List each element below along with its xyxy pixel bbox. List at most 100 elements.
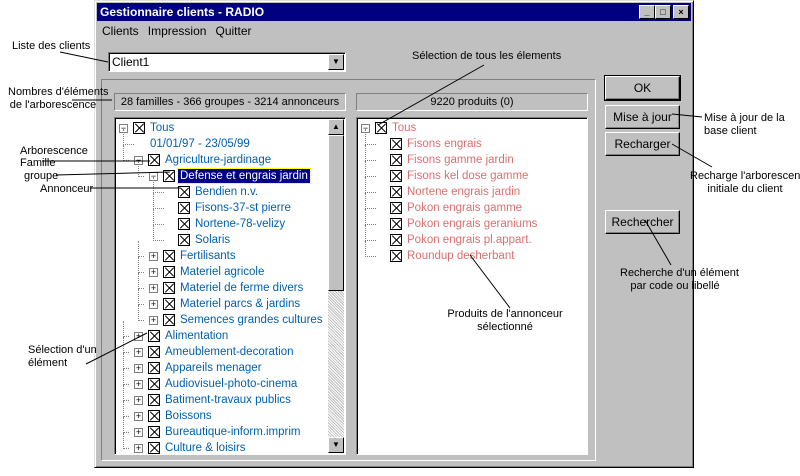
checkbox-checked-icon[interactable]: [148, 426, 160, 438]
tree-item[interactable]: + Materiel parcs & jardins: [115, 289, 345, 313]
annotation-reload: Recharge l'arborescence initiale du clie…: [690, 170, 800, 196]
update-button[interactable]: Mise à jour: [605, 105, 680, 129]
tree-item[interactable]: − Defense et engrais jardin: [115, 161, 345, 185]
checkbox-checked-icon[interactable]: [390, 186, 402, 198]
checkbox-checked-icon[interactable]: [148, 378, 160, 390]
tree-panel[interactable]: − Tous 01/01/97 - 23/05/99− Agriculture-jar…: [114, 117, 346, 455]
tree-item-label: Solaris: [195, 234, 231, 246]
tree-item[interactable]: 01/01/97 - 23/05/99: [115, 129, 345, 153]
expand-icon[interactable]: +: [134, 412, 143, 421]
tree-item[interactable]: + Audiovisuel-photo-cinema: [115, 369, 345, 393]
checkbox-checked-icon[interactable]: [163, 298, 175, 310]
ok-button[interactable]: OK: [604, 75, 681, 101]
reload-button[interactable]: Recharger: [605, 132, 680, 156]
expand-icon[interactable]: +: [149, 252, 158, 261]
product-item[interactable]: Fisons engrais: [357, 129, 587, 153]
checkbox-checked-icon[interactable]: [148, 442, 160, 454]
expand-icon[interactable]: +: [134, 444, 143, 453]
tree-item[interactable]: + Materiel de ferme divers: [115, 273, 345, 297]
checkbox-checked-icon[interactable]: [163, 266, 175, 278]
scroll-down-button[interactable]: ▼: [328, 437, 344, 453]
tree-connector: [365, 241, 366, 257]
tree-item[interactable]: + Culture & loisirs: [115, 433, 345, 454]
checkbox-checked-icon[interactable]: [390, 138, 402, 150]
product-item[interactable]: Roundup desherbant: [357, 241, 587, 265]
checkbox-checked-icon[interactable]: [148, 346, 160, 358]
tree-connector: [365, 192, 376, 193]
checkbox-checked-icon[interactable]: [390, 234, 402, 246]
expand-icon[interactable]: +: [149, 268, 158, 277]
tree-item[interactable]: − Agriculture-jardinage: [115, 145, 345, 169]
checkbox-checked-icon[interactable]: [390, 170, 402, 182]
tree-item[interactable]: + Alimentation: [115, 321, 345, 345]
menu-impression[interactable]: Impression: [145, 22, 210, 40]
checkbox-checked-icon[interactable]: [163, 250, 175, 262]
tree-item[interactable]: Bendien n.v.: [115, 177, 345, 201]
tree-item[interactable]: + Batiment-travaux publics: [115, 385, 345, 409]
checkbox-checked-icon[interactable]: [133, 122, 145, 134]
checkbox-checked-icon[interactable]: [163, 170, 175, 182]
chevron-down-icon[interactable]: ▼: [328, 54, 344, 70]
checkbox-checked-icon[interactable]: [390, 218, 402, 230]
expand-icon[interactable]: +: [149, 284, 158, 293]
product-item[interactable]: Fisons kel dose gamme: [357, 161, 587, 185]
checkbox-checked-icon[interactable]: [148, 410, 160, 422]
minimize-button[interactable]: _: [639, 5, 655, 19]
tree-item-label: Tous: [150, 122, 175, 134]
expand-icon[interactable]: +: [134, 428, 143, 437]
tree-item[interactable]: + Boissons: [115, 401, 345, 425]
tree-connector: [153, 208, 164, 209]
checkbox-checked-icon[interactable]: [390, 202, 402, 214]
product-item[interactable]: Fisons gamme jardin: [357, 145, 587, 169]
products-panel[interactable]: − Tous Fisons engrais Fisons gamme jardin Fi…: [356, 117, 588, 455]
tree-item[interactable]: + Ameublement-decoration: [115, 337, 345, 361]
checkbox-checked-icon[interactable]: [178, 234, 190, 246]
checkbox-checked-icon[interactable]: [390, 250, 402, 262]
product-item[interactable]: Pokon engrais geraniums: [357, 209, 587, 233]
search-button[interactable]: Rechercher: [605, 210, 680, 234]
product-item[interactable]: − Tous: [357, 121, 587, 137]
maximize-button[interactable]: □: [655, 5, 671, 19]
product-item[interactable]: Nortene engrais jardin: [357, 177, 587, 201]
tree-item[interactable]: + Appareils menager: [115, 353, 345, 377]
checkbox-checked-icon[interactable]: [178, 186, 190, 198]
expand-icon[interactable]: +: [134, 396, 143, 405]
checkbox-checked-icon[interactable]: [148, 154, 160, 166]
product-item[interactable]: Pokon engrais pl.appart.: [357, 225, 587, 249]
tree-scrollbar[interactable]: ▲ ▼: [328, 119, 344, 453]
expand-icon[interactable]: +: [134, 380, 143, 389]
tree-item[interactable]: + Bureautique-inform.imprim: [115, 417, 345, 441]
expand-icon[interactable]: +: [149, 316, 158, 325]
tree-item[interactable]: Nortene-78-velizy: [115, 209, 345, 233]
tree-item-label: Nortene-78-velizy: [195, 218, 286, 230]
scroll-thumb[interactable]: [328, 135, 344, 291]
menu-quitter[interactable]: Quitter: [213, 22, 255, 40]
checkbox-checked-icon[interactable]: [178, 218, 190, 230]
expand-icon[interactable]: +: [134, 332, 143, 341]
scroll-up-button[interactable]: ▲: [328, 119, 344, 135]
menu-bar: Clients Impression Quitter: [99, 22, 255, 40]
checkbox-checked-icon[interactable]: [163, 314, 175, 326]
tree-item[interactable]: + Fertilisants: [115, 241, 345, 265]
tree-item[interactable]: Fisons-37-st pierre: [115, 193, 345, 217]
client-select[interactable]: Client1 ▼: [108, 52, 346, 72]
product-item[interactable]: Pokon engrais gamme: [357, 193, 587, 217]
expand-icon[interactable]: +: [134, 348, 143, 357]
checkbox-checked-icon[interactable]: [163, 282, 175, 294]
tree-item[interactable]: + Materiel agricole: [115, 257, 345, 281]
close-button[interactable]: ×: [673, 5, 689, 19]
menu-clients[interactable]: Clients: [99, 22, 142, 40]
expand-icon[interactable]: +: [149, 300, 158, 309]
tree-connector: [153, 193, 154, 209]
checkbox-checked-icon[interactable]: [178, 202, 190, 214]
checkbox-checked-icon[interactable]: [148, 330, 160, 342]
product-item-label: Pokon engrais gamme: [407, 202, 523, 214]
tree-item[interactable]: Solaris: [115, 225, 345, 249]
checkbox-checked-icon[interactable]: [375, 122, 387, 134]
checkbox-checked-icon[interactable]: [148, 362, 160, 374]
tree-item[interactable]: − Tous: [115, 121, 345, 137]
checkbox-checked-icon[interactable]: [390, 154, 402, 166]
checkbox-checked-icon[interactable]: [148, 394, 160, 406]
expand-icon[interactable]: +: [134, 364, 143, 373]
tree-item[interactable]: + Semences grandes cultures: [115, 305, 345, 329]
